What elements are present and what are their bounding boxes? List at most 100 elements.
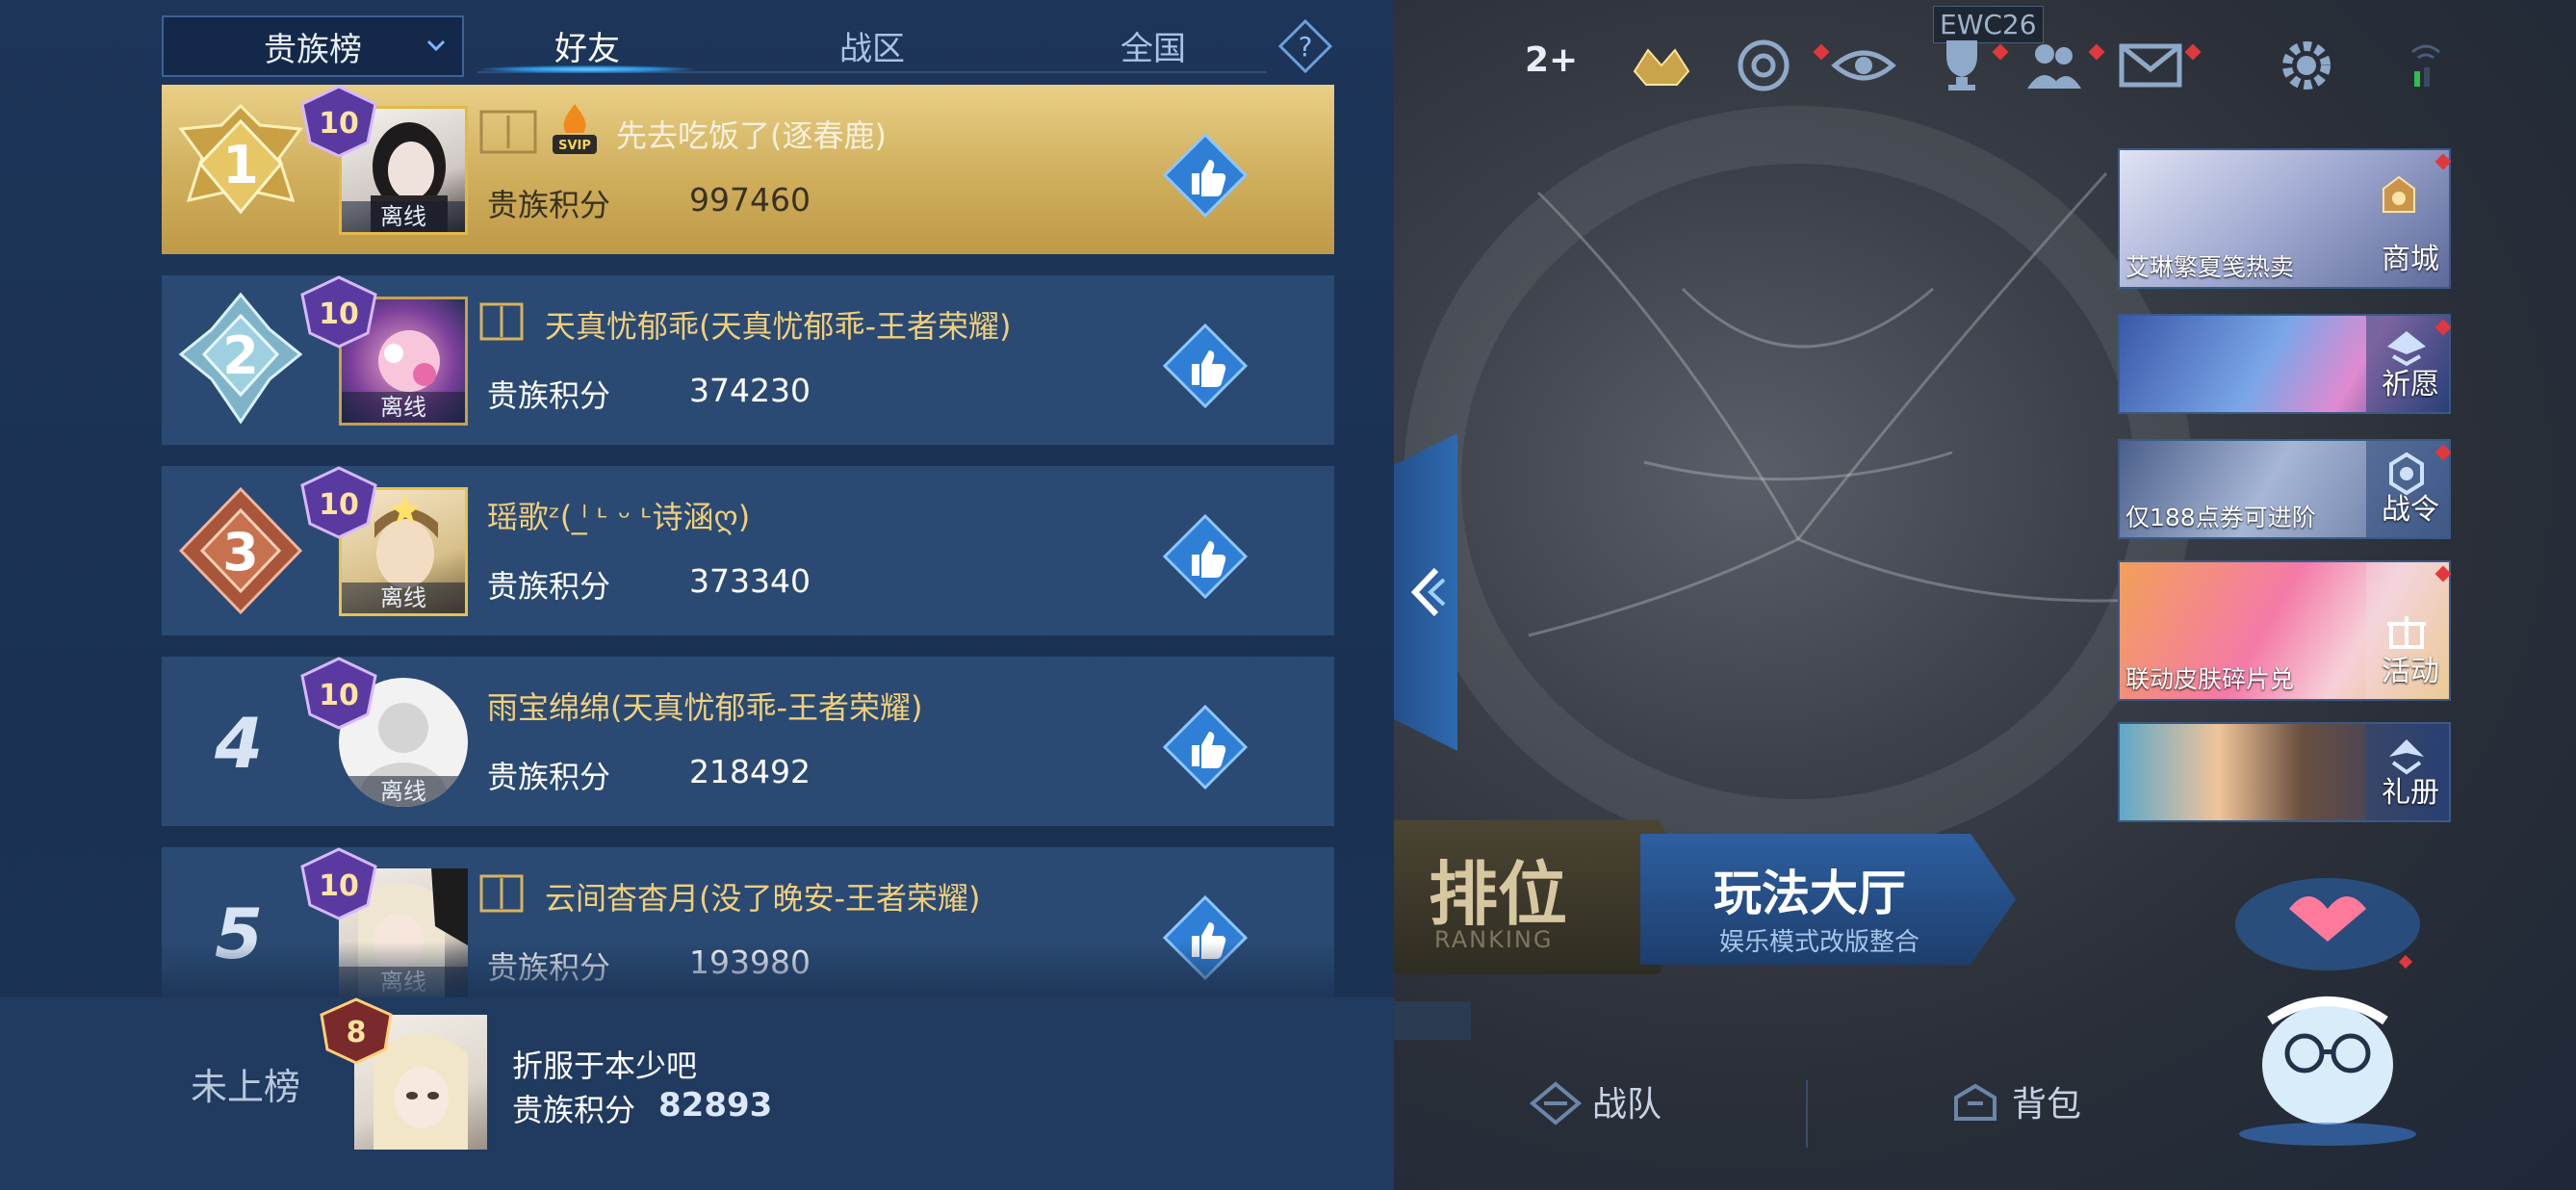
score-label: 贵族积分 (487, 568, 611, 605)
list-fade (0, 942, 1394, 999)
card-side-label: 礼册 (2382, 776, 2439, 810)
target-scope-icon[interactable] (1731, 33, 1796, 98)
leaderboard-row-1[interactable]: 1 离线 10 SVIP 先去吃饭了(逐春鹿) 贵族积分 997460 (162, 85, 1334, 254)
bottom-divider (1806, 1080, 1808, 1148)
score-value: 374230 (689, 372, 811, 409)
vip-level-badge-icon: 10 (300, 466, 377, 539)
ranking-type-dropdown[interactable]: 贵族榜 (162, 15, 464, 77)
vip-level-badge-icon: 8 (320, 997, 393, 1065)
player-name: 先去吃饭了(逐春鹿) (616, 117, 887, 154)
noble-crown-icon[interactable] (1629, 33, 1694, 98)
leaderboard-row-3[interactable]: 3 离线 10 瑶歌ᶻ( ˡ̲ ᶫ ᵕ ᶫ诗涵ღ) 贵族积分 373340 (162, 466, 1334, 635)
svg-text:10: 10 (319, 869, 359, 903)
team-flag-icon (1529, 1081, 1583, 1125)
network-signal-icon (2411, 44, 2440, 87)
svg-text:10: 10 (319, 488, 359, 522)
rank-3-medal-icon: 3 (178, 486, 303, 615)
mascot-assistant-icon[interactable] (2212, 876, 2453, 1146)
help-icon[interactable]: ? (1278, 19, 1332, 73)
card-side-label: 战令 (2382, 493, 2439, 527)
svg-text:?: ? (1299, 31, 1313, 63)
ranked-title: 排位 (1429, 854, 1568, 935)
thumbs-up-icon[interactable] (1163, 323, 1248, 408)
vip-level-badge-icon: 10 (300, 275, 377, 349)
my-score-value: 82893 (658, 1086, 773, 1125)
friends-icon[interactable] (2022, 33, 2087, 98)
offline-status: 离线 (342, 201, 465, 232)
shop-icon (2383, 175, 2415, 213)
vip-level-badge-icon: 10 (300, 847, 377, 920)
offline-status: 离线 (342, 582, 465, 613)
rank-1-medal-icon: 1 (178, 103, 303, 215)
shop-card[interactable]: 艾琳繁夏笺热卖 商城 (2118, 148, 2451, 289)
gear-icon[interactable] (2274, 33, 2339, 98)
chevron-down-icon (426, 39, 446, 52)
score-value: 218492 (689, 753, 811, 790)
team-label: 战队 (1592, 1085, 1662, 1125)
thumbs-up-icon[interactable] (1163, 514, 1248, 599)
svg-text:SVIP: SVIP (558, 139, 591, 153)
vip-level-badge-icon: 10 (300, 85, 377, 158)
score-value: 997460 (689, 181, 811, 219)
player-name: 瑶歌ᶻ( ˡ̲ ᶫ ᵕ ᶫ诗涵ღ) (487, 499, 751, 535)
hall-subtitle: 娱乐模式改版整合 (1719, 928, 1920, 957)
my-ranking-entry[interactable]: 未上榜 8 折服于本少吧 贵族积分 82893 (0, 997, 1394, 1190)
card-caption: 艾琳繁夏笺热卖 (2125, 253, 2295, 281)
leaderboard-header: 贵族榜 好友 战区 全国 ? (0, 0, 1394, 81)
svg-text:2: 2 (222, 325, 259, 386)
ranked-subtitle: RANKING (1434, 926, 1554, 953)
noble-card-icon (479, 874, 524, 913)
player-name: 云间杳杳月(没了晚安-王者荣耀) (545, 880, 981, 917)
svg-text:10: 10 (319, 679, 359, 712)
ranking-type-label: 贵族榜 (264, 30, 362, 69)
eye-watch-icon[interactable] (1831, 33, 1896, 98)
tab-nationwide-label: 全国 (1121, 29, 1186, 68)
player-name: 雨宝绵绵(天真忧郁乖-王者荣耀) (487, 689, 923, 726)
offline-status: 离线 (342, 392, 465, 423)
game-hall-button[interactable]: 玩法大厅 娱乐模式改版整合 (1640, 834, 2016, 965)
score-label: 贵族积分 (512, 1092, 636, 1128)
game-lobby-background: 2+ EWC26 艾琳繁夏笺热卖 商城 祈愿 仅188点券可进阶 战令 联动皮肤… (1394, 0, 2576, 1190)
thumbs-up-icon[interactable] (1163, 705, 1248, 789)
offline-status: 离线 (339, 776, 468, 807)
collapse-panel-button[interactable] (1394, 433, 1457, 751)
card-side-label: 祈愿 (2382, 368, 2439, 401)
my-name: 折服于本少吧 (512, 1048, 698, 1084)
rank-2-medal-icon: 2 (178, 292, 303, 425)
side-tab (1394, 1001, 1471, 1040)
score-label: 贵族积分 (487, 377, 611, 414)
vip-level-badge-icon: 10 (300, 657, 377, 730)
hall-title: 玩法大厅 (1713, 866, 1906, 921)
card-caption: 联动皮肤碎片兑 (2125, 665, 2295, 693)
card-side-label: 活动 (2382, 655, 2439, 688)
player-name: 天真忧郁乖(天真忧郁乖-王者荣耀) (545, 308, 1012, 345)
leaderboard-row-2[interactable]: 2 离线 10 天真忧郁乖(天真忧郁乖-王者荣耀) 贵族积分 374230 (162, 275, 1334, 445)
svip-crown-icon: SVIP (553, 104, 597, 154)
event-card[interactable]: 联动皮肤碎片兑 活动 (2118, 560, 2451, 701)
thumbs-up-icon[interactable] (1163, 133, 1248, 218)
noble-card-icon (479, 302, 524, 341)
tab-friends-label: 好友 (554, 29, 620, 68)
rank-number: 4 (214, 703, 264, 784)
trophy-icon[interactable] (1929, 33, 1995, 98)
wish-card[interactable]: 祈愿 (2118, 314, 2451, 414)
tab-war-zone[interactable]: 战区 (805, 13, 940, 77)
card-caption: 仅188点券可进阶 (2125, 504, 2316, 531)
bag-icon (1954, 1083, 1996, 1121)
score-label: 贵族积分 (487, 187, 611, 223)
score-value: 373340 (689, 562, 811, 600)
noble-card-icon (479, 110, 537, 154)
score-label: 贵族积分 (487, 759, 611, 795)
active-tab-indicator (481, 65, 693, 73)
unranked-tag: 未上榜 (191, 1066, 301, 1108)
tab-nationwide[interactable]: 全国 (1086, 13, 1221, 77)
leaderboard-row-4[interactable]: 4 离线 10 雨宝绵绵(天真忧郁乖-王者荣耀) 贵族积分 218492 (162, 657, 1334, 826)
noble-leaderboard-panel: 贵族榜 好友 战区 全国 ? 1 离线 10 SVIP 先去吃饭了(逐春鹿) 贵… (0, 0, 1394, 1190)
battle-pass-card[interactable]: 仅188点券可进阶 战令 (2118, 439, 2451, 539)
svg-text:10: 10 (319, 298, 359, 331)
chevron-left-icon (1410, 567, 1446, 617)
friend-add-counter[interactable]: 2+ (1525, 40, 1578, 80)
svg-text:10: 10 (319, 107, 359, 141)
mail-icon[interactable] (2118, 33, 2183, 98)
gift-book-card[interactable]: 礼册 (2118, 722, 2451, 822)
